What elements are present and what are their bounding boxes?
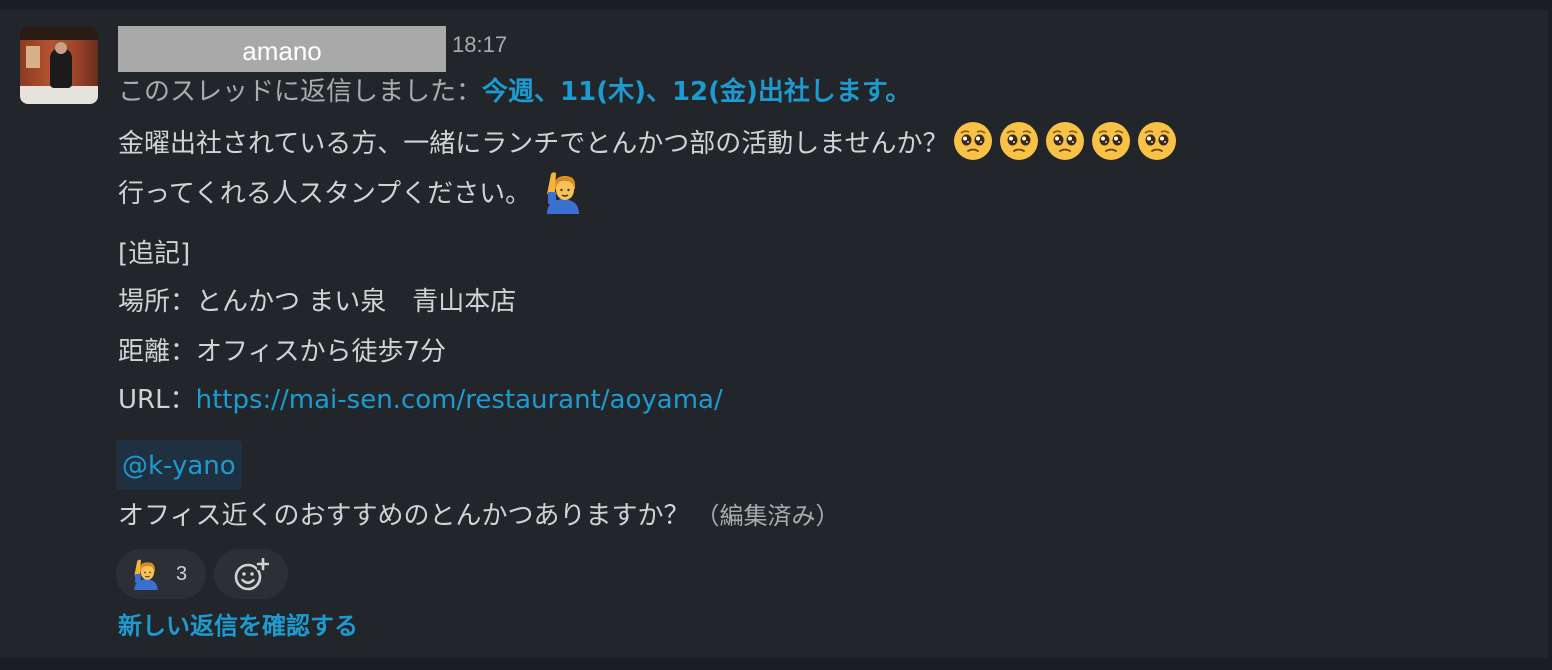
restaurant-link[interactable]: https://mai-sen.com/restaurant/aoyama/ (196, 385, 723, 415)
thread-reply-prefix: このスレッドに返信しました： (118, 77, 483, 107)
person-raising-hand-icon (130, 558, 162, 590)
addendum-heading: [追記] (118, 239, 191, 269)
pleading-face-icon (1136, 120, 1178, 162)
thread-reply-line: このスレッドに返信しました：今週、11(木)、12(金)出社します。 (118, 74, 911, 110)
question-line: オフィス近くのおすすめのとんかつありますか？ （編集済み） (118, 498, 839, 534)
avatar-screen (26, 46, 40, 68)
avatar-ceiling (20, 26, 98, 40)
message-text: 行ってくれる人スタンプください。 (118, 179, 532, 209)
thread-link[interactable]: 今週、11(木)、12(金)出社します。 (482, 77, 911, 107)
add-reaction-button[interactable] (214, 549, 288, 599)
pleading-face-group (948, 122, 1178, 160)
avatar-person (50, 48, 72, 88)
message-text: 金曜出社されている方、一緒にランチでとんかつ部の活動しませんか？ (118, 129, 949, 159)
url-label: URL： (118, 385, 196, 415)
question-text: オフィス近くのおすすめのとんかつありますか？ (118, 501, 690, 531)
avatar-head (55, 42, 67, 54)
distance-line: 距離：オフィスから徒歩7分 (118, 337, 447, 367)
avatar[interactable] (20, 26, 98, 104)
url-line: URL：https://mai-sen.com/restaurant/aoyam… (118, 382, 723, 418)
reaction-raising-hand[interactable]: 3 (116, 549, 206, 599)
message-line-1: 金曜出社されている方、一緒にランチでとんかつ部の活動しませんか？ (118, 120, 1178, 162)
edited-label: （編集済み） (695, 502, 840, 530)
add-reaction-icon (234, 558, 269, 591)
pleading-face-icon (1044, 120, 1086, 162)
avatar-floor (20, 86, 98, 104)
message-timestamp[interactable]: 18:17 (452, 30, 507, 60)
user-mention[interactable]: @k-yano (116, 440, 242, 490)
message-line-2: 行ってくれる人スタンプください。 (118, 170, 585, 214)
see-new-replies-link[interactable]: 新しい返信を確認する (118, 608, 358, 644)
person-raising-hand-icon (541, 170, 585, 214)
pleading-face-icon (998, 120, 1040, 162)
author-name[interactable]: amano (118, 26, 446, 72)
pleading-face-icon (952, 120, 994, 162)
reaction-count: 3 (176, 563, 188, 585)
pleading-face-icon (1090, 120, 1132, 162)
location-line: 場所：とんかつ まい泉 青山本店 (118, 287, 517, 317)
